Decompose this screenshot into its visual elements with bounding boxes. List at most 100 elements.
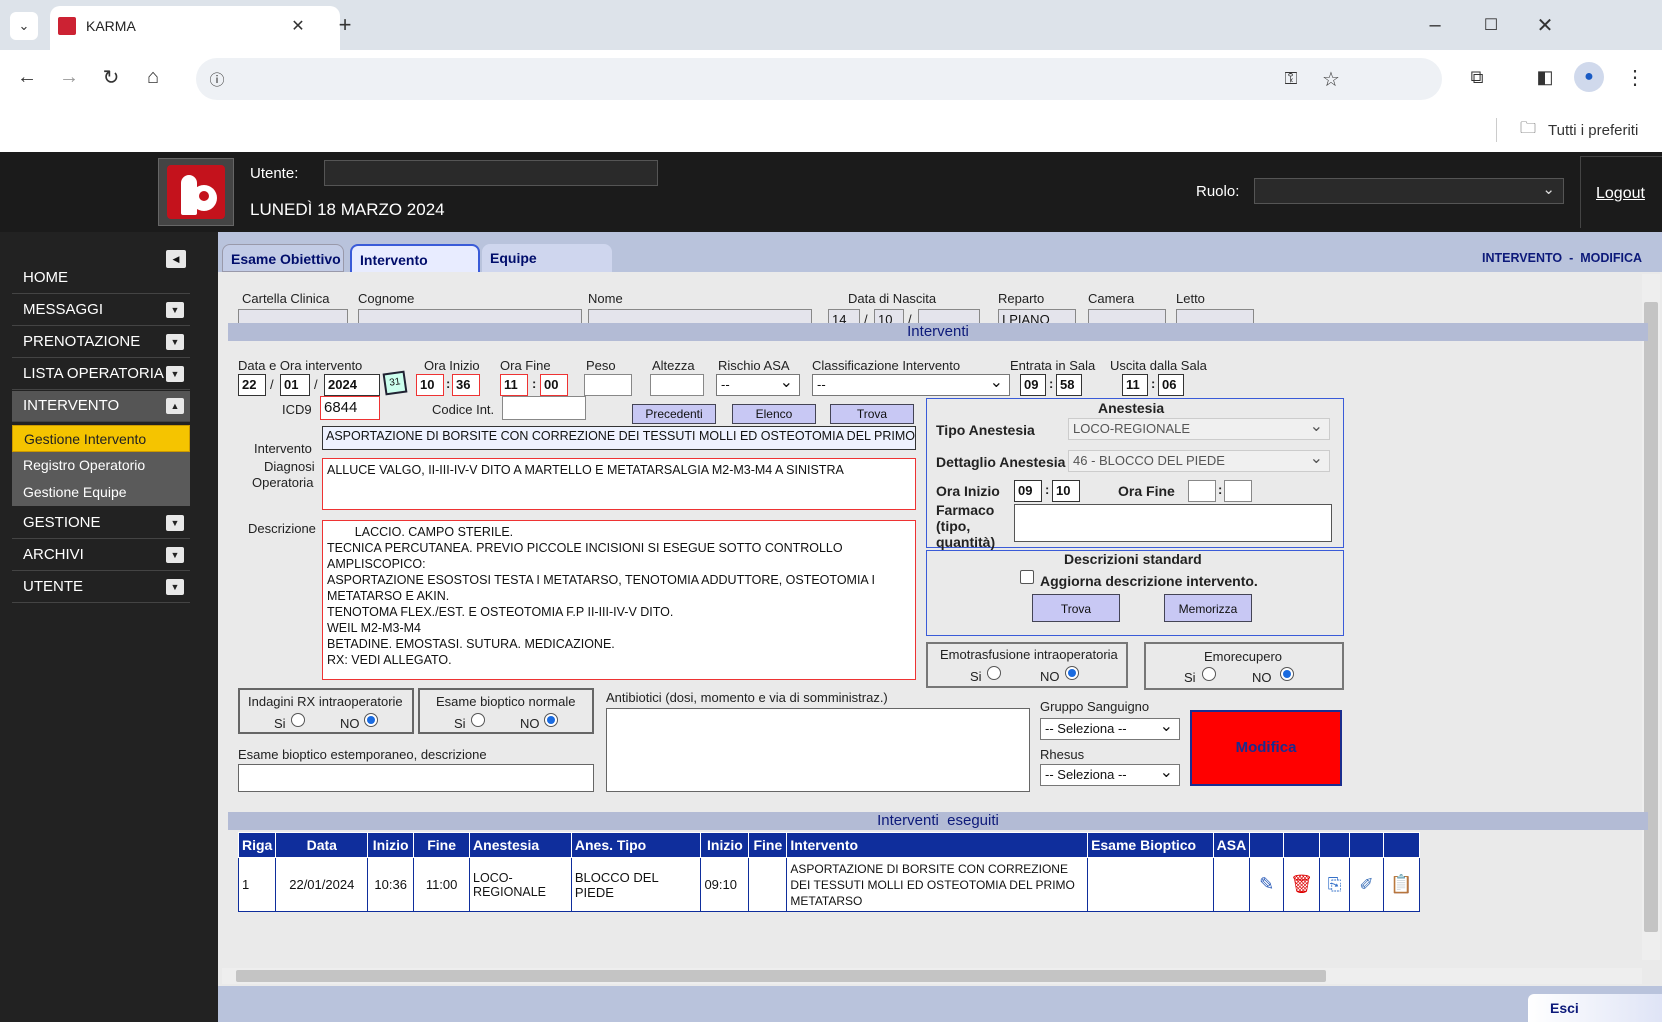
horizontal-scrollbar[interactable] — [222, 968, 1642, 984]
sidebar-item-lista-operatoria[interactable]: LISTA OPERATORIA ▼ — [12, 359, 190, 390]
classificazione-select[interactable]: -- — [812, 374, 1010, 396]
peso-field[interactable] — [584, 374, 632, 396]
chevron-down-icon[interactable]: ▼ — [166, 515, 184, 531]
browser-tab[interactable]: KARMA ✕ — [50, 6, 340, 50]
vertical-scrollbar[interactable] — [1642, 274, 1660, 960]
trova-button[interactable]: Trova — [830, 404, 914, 424]
side-panel-icon[interactable]: ◧ — [1530, 62, 1560, 92]
rhesus-select[interactable]: -- Seleziona -- — [1040, 764, 1180, 786]
indagini-no-radio[interactable] — [364, 713, 378, 727]
bookmark-star-icon[interactable]: ☆ — [1318, 66, 1344, 92]
menu-kebab-icon[interactable]: ⋮ — [1620, 62, 1650, 92]
icd9-field[interactable]: 6844 — [320, 396, 380, 420]
tipo-anestesia-select[interactable]: LOCO-REGIONALE — [1068, 418, 1330, 440]
emorecupero-si-radio[interactable] — [1202, 667, 1216, 681]
farmaco-textarea[interactable] — [1014, 504, 1332, 542]
chevron-down-icon[interactable]: ▼ — [166, 334, 184, 350]
aggiorna-checkbox[interactable] — [1020, 570, 1034, 584]
close-tab-icon[interactable]: ✕ — [286, 14, 310, 38]
sidebar-subitem-gestione-equipe[interactable]: Gestione Equipe — [12, 479, 190, 506]
calendar-icon[interactable]: 31 — [382, 370, 408, 396]
home-icon[interactable]: ⌂ — [138, 62, 168, 92]
day-field[interactable]: 22 — [238, 374, 266, 396]
emotrasfusione-no-radio[interactable] — [1065, 666, 1079, 680]
modifica-button[interactable]: Modifica — [1190, 710, 1342, 786]
uscita-min-field[interactable]: 06 — [1158, 374, 1184, 396]
tab-esame-obiettivo[interactable]: Esame Obiettivo — [222, 244, 344, 272]
start-min-field[interactable]: 36 — [452, 374, 480, 396]
chevron-down-icon[interactable]: ▼ — [166, 366, 184, 382]
tab-list-icon[interactable]: ⌄ — [10, 12, 38, 40]
logout-link[interactable]: Logout — [1596, 185, 1645, 203]
sidebar-item-archivi[interactable]: ARCHIVI ▼ — [12, 540, 190, 571]
uscita-hour-field[interactable]: 11 — [1122, 374, 1148, 396]
bioptico-si-radio[interactable] — [471, 713, 485, 727]
antibiotici-textarea[interactable] — [606, 708, 1030, 792]
end-hour-field[interactable]: 11 — [500, 374, 528, 396]
password-key-icon[interactable]: ⚿ — [1278, 66, 1304, 92]
rischio-asa-select[interactable]: -- — [716, 374, 800, 396]
diagnosi-textarea[interactable]: ALLUCE VALGO, II-III-IV-V DITO A MARTELL… — [322, 458, 916, 510]
sidebar-item-home[interactable]: HOME — [12, 263, 190, 294]
entrata-hour-field[interactable]: 09 — [1020, 374, 1046, 396]
altezza-field[interactable] — [650, 374, 704, 396]
emorecupero-no-radio[interactable] — [1280, 667, 1294, 681]
sidebar-subitem-registro-operatorio[interactable]: Registro Operatorio — [12, 452, 190, 479]
tab-equipe[interactable]: Equipe — [482, 244, 612, 272]
table-row[interactable]: 1 22/01/2024 10:36 11:00 LOCO- REGIONALE… — [237, 857, 1421, 912]
indagini-si-radio[interactable] — [291, 713, 305, 727]
end-min-field[interactable]: 00 — [540, 374, 568, 396]
minimize-icon[interactable]: – — [1420, 10, 1450, 40]
chevron-down-icon[interactable]: ▼ — [166, 547, 184, 563]
forward-icon[interactable]: → — [54, 62, 84, 92]
close-window-icon[interactable]: ✕ — [1530, 10, 1560, 40]
anest-start-min[interactable]: 10 — [1052, 480, 1080, 502]
edit-list-icon[interactable]: ✐ — [1349, 857, 1384, 912]
address-bar[interactable]: ⓘ ⚿ ☆ — [196, 58, 1442, 100]
codice-field[interactable] — [502, 396, 586, 420]
month-field[interactable]: 01 — [280, 374, 310, 396]
year-field[interactable]: 2024 — [324, 374, 380, 396]
back-icon[interactable]: ← — [12, 62, 42, 92]
entrata-min-field[interactable]: 58 — [1056, 374, 1082, 396]
all-bookmarks-link[interactable]: Tutti i preferiti — [1548, 122, 1638, 139]
chevron-down-icon[interactable]: ▼ — [166, 579, 184, 595]
new-tab-button[interactable]: + — [330, 10, 360, 40]
chevron-down-icon[interactable]: ▼ — [166, 302, 184, 318]
sidebar-subitem-gestione-intervento[interactable]: Gestione Intervento — [12, 425, 190, 452]
anest-end-min[interactable] — [1224, 480, 1252, 502]
maximize-icon[interactable]: ☐ — [1476, 10, 1506, 40]
site-info-icon[interactable]: ⓘ — [204, 66, 230, 92]
sidebar-item-messaggi[interactable]: MESSAGGI ▼ — [12, 295, 190, 326]
indagini-si-label: Si — [274, 716, 286, 731]
gruppo-sanguigno-select[interactable]: -- Seleziona -- — [1040, 718, 1180, 740]
edit-note-icon[interactable]: ✎ — [1249, 857, 1285, 912]
emotrasfusione-si-radio[interactable] — [987, 666, 1001, 680]
extensions-icon[interactable]: ⧉ — [1462, 62, 1492, 92]
bioptico-no-radio[interactable] — [544, 713, 558, 727]
chevron-up-icon[interactable]: ▲ — [166, 398, 184, 414]
start-hour-field[interactable]: 10 — [416, 374, 444, 396]
tab-intervento[interactable]: Intervento — [350, 244, 480, 272]
dettaglio-anestesia-select[interactable]: 46 - BLOCCO DEL PIEDE — [1068, 450, 1330, 472]
sidebar-item-utente[interactable]: UTENTE ▼ — [12, 572, 190, 603]
sidebar-item-intervento[interactable]: INTERVENTO ▲ — [12, 391, 190, 422]
reload-icon[interactable]: ↻ — [96, 62, 126, 92]
copy-icon[interactable]: ⎘ — [1319, 857, 1351, 912]
role-select[interactable]: ⌄ — [1254, 178, 1564, 204]
sidebar-item-gestione[interactable]: GESTIONE ▼ — [12, 508, 190, 539]
precedenti-button[interactable]: Precedenti — [632, 404, 716, 424]
clipboard-icon[interactable]: 📋 — [1382, 857, 1421, 912]
anest-end-hour[interactable] — [1188, 480, 1216, 502]
intervento-field[interactable]: ASPORTAZIONE DI BORSITE CON CORREZIONE D… — [322, 426, 916, 450]
desc-trova-button[interactable]: Trova — [1032, 594, 1120, 622]
profile-icon[interactable]: ● — [1574, 62, 1604, 92]
anest-start-hour[interactable]: 09 — [1014, 480, 1042, 502]
delete-icon[interactable]: 🗑 — [1283, 857, 1321, 912]
elenco-button[interactable]: Elenco — [732, 404, 816, 424]
memorizza-button[interactable]: Memorizza — [1164, 594, 1252, 622]
esci-button[interactable]: Esci — [1528, 994, 1662, 1022]
descrizione-textarea[interactable]: LACCIO. CAMPO STERILE. TECNICA PERCUTANE… — [322, 520, 916, 680]
estemporaneo-field[interactable] — [238, 764, 594, 792]
sidebar-item-prenotazione[interactable]: PRENOTAZIONE ▼ — [12, 327, 190, 358]
